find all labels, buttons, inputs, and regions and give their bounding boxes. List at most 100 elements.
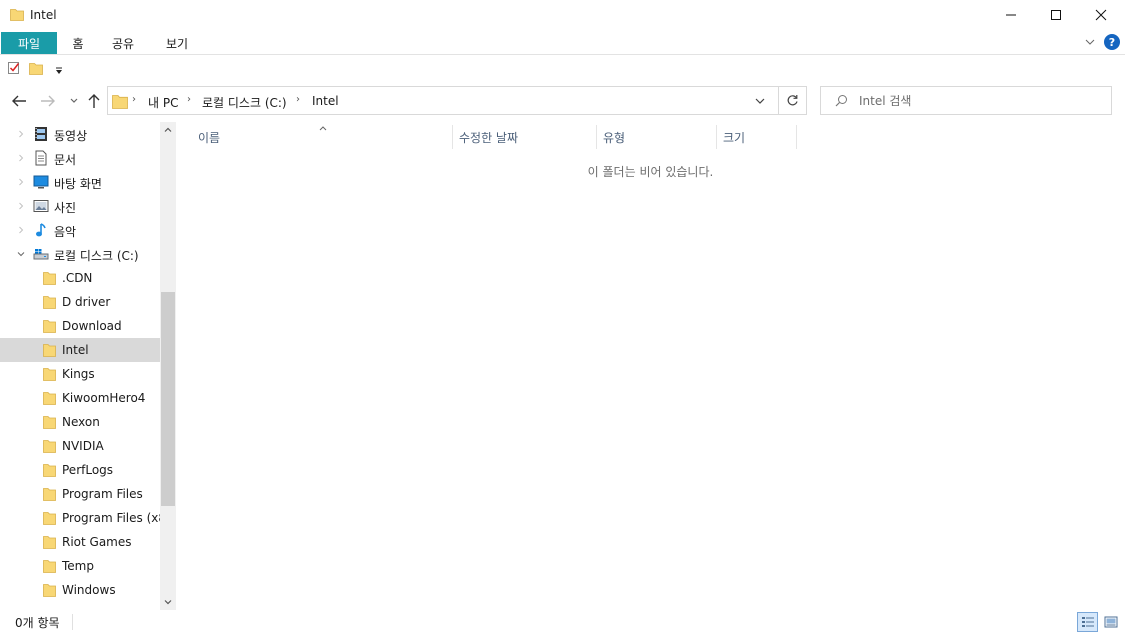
nav-tree-item[interactable]: 동영상 <box>0 122 160 146</box>
nav-tree-item[interactable]: 로컬 디스크 (C:) <box>0 242 160 266</box>
folder-icon <box>42 294 58 310</box>
new-folder-icon[interactable] <box>29 61 43 78</box>
forward-button[interactable] <box>38 90 58 112</box>
close-button[interactable] <box>1078 0 1124 30</box>
status-divider <box>72 614 73 630</box>
nav-tree-item[interactable]: Riot Games <box>0 530 160 554</box>
nav-tree-item[interactable]: Kings <box>0 362 160 386</box>
nav-tree-item-label: 동영상 <box>54 129 88 143</box>
folder-icon <box>42 534 58 550</box>
chevron-right-icon[interactable] <box>16 177 26 187</box>
chevron-down-icon <box>70 98 78 103</box>
nav-tree-item-label: Intel <box>62 343 89 357</box>
column-header-date-modified[interactable]: 수정한 날짜 <box>459 125 518 149</box>
expand-ribbon-chevron-icon[interactable] <box>1084 36 1096 51</box>
nav-tree-item[interactable]: KiwoomHero4 <box>0 386 160 410</box>
nav-tree-item[interactable]: NVIDIA <box>0 434 160 458</box>
nav-tree-item-label: Riot Games <box>62 535 132 549</box>
properties-check-icon[interactable] <box>7 61 21 78</box>
column-divider[interactable] <box>596 125 597 149</box>
back-button[interactable] <box>9 90 29 112</box>
search-icon <box>835 94 848 110</box>
ribbon: 파일 홈 공유 보기 ? <box>0 30 1125 55</box>
breadcrumb-local-disk[interactable]: 로컬 디스크 (C:) <box>202 94 287 111</box>
folder-icon <box>42 510 58 526</box>
folder-icon <box>42 270 58 286</box>
scroll-down-icon[interactable] <box>163 596 173 610</box>
breadcrumb-separator-icon[interactable]: › <box>187 94 191 105</box>
breadcrumb-this-pc[interactable]: 내 PC <box>148 94 178 111</box>
scroll-up-icon[interactable] <box>163 124 173 138</box>
nav-tree-item[interactable]: Nexon <box>0 410 160 434</box>
nav-tree-item-label: NVIDIA <box>62 439 104 453</box>
column-header-type[interactable]: 유형 <box>603 125 625 149</box>
tab-home[interactable]: 홈 <box>58 32 98 54</box>
chevron-right-icon[interactable] <box>16 201 26 211</box>
search-box[interactable] <box>820 86 1112 115</box>
nav-tree-item[interactable]: 음악 <box>0 218 160 242</box>
chevron-right-icon[interactable] <box>16 225 26 235</box>
large-icons-view-button[interactable] <box>1100 612 1121 632</box>
column-divider[interactable] <box>452 125 453 149</box>
minimize-button[interactable] <box>988 0 1034 30</box>
nav-tree-item-label: Program Files (x86) <box>62 511 160 525</box>
title-bar: Intel <box>0 0 1125 30</box>
music-icon <box>33 222 49 238</box>
tab-view[interactable]: 보기 <box>150 32 204 54</box>
column-divider[interactable] <box>716 125 717 149</box>
address-bar[interactable]: › 내 PC › 로컬 디스크 (C:) › Intel <box>107 86 779 115</box>
customize-dropdown-icon[interactable] <box>55 64 63 78</box>
refresh-button[interactable] <box>779 86 807 115</box>
file-list-pane[interactable]: 이름 수정한 날짜 유형 크기 이 폴더는 비어 있습니다. <box>176 122 1125 610</box>
nav-tree-item-label: Temp <box>62 559 94 573</box>
column-header-name[interactable]: 이름 <box>198 125 220 149</box>
nav-tree-item[interactable]: PerfLogs <box>0 458 160 482</box>
nav-tree-item[interactable]: Temp <box>0 554 160 578</box>
breadcrumb-separator-icon[interactable]: › <box>132 94 136 105</box>
nav-tree-item[interactable]: D driver <box>0 290 160 314</box>
nav-tree-item[interactable]: Program Files (x86) <box>0 506 160 530</box>
chevron-right-icon[interactable] <box>16 129 26 139</box>
nav-tree-item-label: Download <box>62 319 122 333</box>
recent-locations-button[interactable] <box>64 90 84 112</box>
chevron-right-icon[interactable] <box>16 153 26 163</box>
folder-icon <box>42 342 58 358</box>
nav-tree-item-label: KiwoomHero4 <box>62 391 146 405</box>
tab-share[interactable]: 공유 <box>103 32 143 54</box>
address-dropdown-chevron-icon[interactable] <box>754 95 766 110</box>
nav-tree-item-label: PerfLogs <box>62 463 114 477</box>
help-button[interactable]: ? <box>1104 34 1120 50</box>
arrow-left-icon <box>12 95 26 107</box>
nav-tree-item[interactable]: Windows <box>0 578 160 602</box>
breadcrumb-intel[interactable]: Intel <box>312 94 339 108</box>
nav-tree-item[interactable]: Intel <box>0 338 160 362</box>
tab-file[interactable]: 파일 <box>1 32 57 54</box>
search-input[interactable] <box>859 92 1099 110</box>
column-divider[interactable] <box>796 125 797 149</box>
up-button[interactable] <box>84 90 104 112</box>
nav-tree-item[interactable]: 문서 <box>0 146 160 170</box>
nav-tree-item[interactable]: 바탕 화면 <box>0 170 160 194</box>
arrow-up-icon <box>88 94 100 108</box>
chevron-down-icon[interactable] <box>16 249 26 259</box>
arrow-right-icon <box>41 95 55 107</box>
navigation-pane: 동영상문서 바탕 화면 사진 음악 로컬 디스크 (C:) .CDN D driver Dow… <box>0 122 176 610</box>
nav-tree-item-label: Program Files <box>62 487 143 501</box>
maximize-button[interactable] <box>1033 0 1079 30</box>
details-view-button[interactable] <box>1077 612 1098 632</box>
folder-icon <box>42 366 58 382</box>
status-bar: 0개 항목 <box>0 610 1125 634</box>
nav-tree-item[interactable]: Program Files <box>0 482 160 506</box>
picture-icon <box>33 198 49 214</box>
folder-icon <box>42 414 58 430</box>
nav-pane-scrollbar[interactable] <box>160 122 176 610</box>
sort-ascending-icon <box>318 121 328 135</box>
folder-icon <box>42 438 58 454</box>
column-header-size[interactable]: 크기 <box>723 125 745 149</box>
folder-icon <box>42 582 58 598</box>
nav-tree-item[interactable]: 사진 <box>0 194 160 218</box>
breadcrumb-separator-icon[interactable]: › <box>296 94 300 105</box>
nav-tree-item[interactable]: Download <box>0 314 160 338</box>
scroll-thumb[interactable] <box>161 292 175 506</box>
nav-tree-item[interactable]: .CDN <box>0 266 160 290</box>
